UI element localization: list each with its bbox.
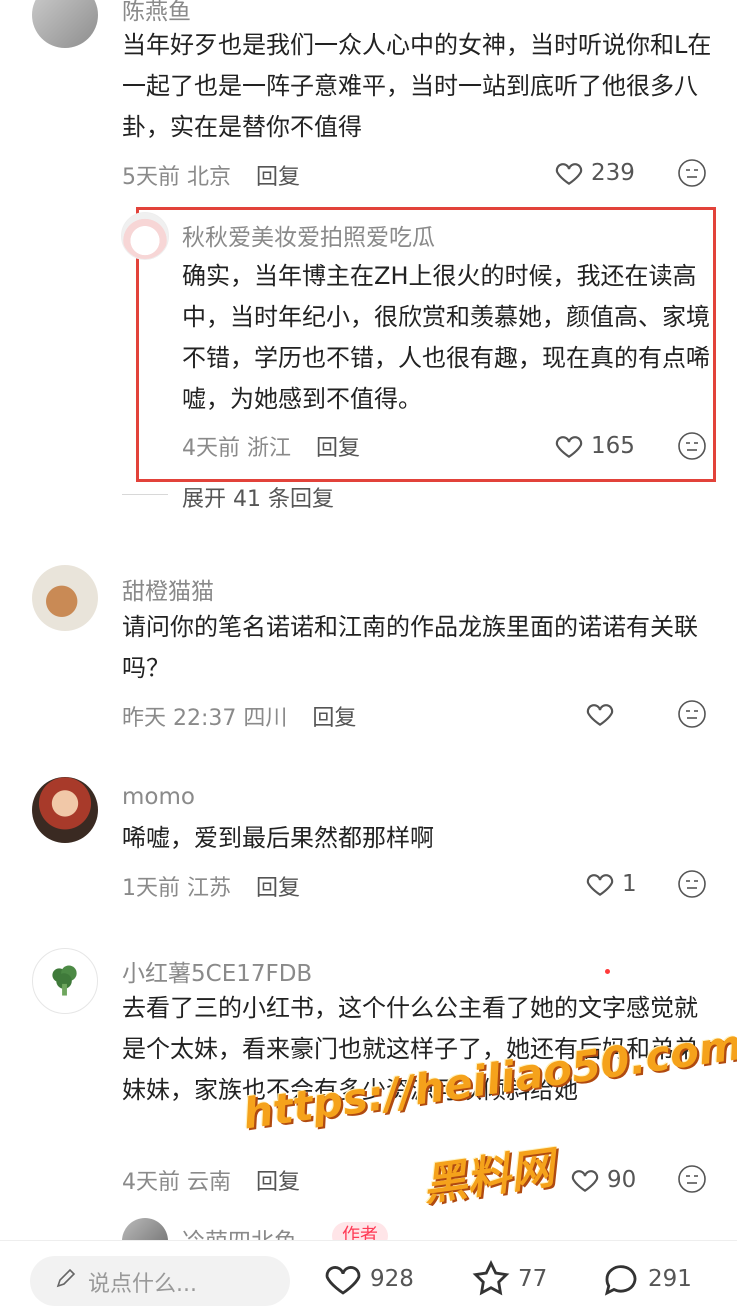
watermark-site: 黑料网	[419, 1142, 558, 1212]
divider	[122, 494, 168, 495]
comment-icon	[604, 1265, 637, 1296]
comment-time: 5天前	[122, 165, 180, 190]
comment-meta: 1天前 江苏 回复	[122, 870, 300, 902]
emoji-icon[interactable]	[677, 869, 707, 899]
reply-button[interactable]: 回复	[256, 165, 300, 190]
comment-input-placeholder: 说点什么...	[88, 1272, 197, 1297]
bottom-collect-count: 77	[518, 1266, 548, 1292]
reply-button[interactable]: 回复	[256, 876, 300, 901]
comment-location: 江苏	[187, 876, 232, 901]
comment-location: 四川	[243, 706, 288, 731]
comment-time: 4天前	[122, 1170, 180, 1195]
comment-text[interactable]: 确实，当年博主在ZH上很火的时候，我还在读高中，当时年纪小，很欣赏和羡慕她，颜值…	[182, 256, 710, 420]
comment-location: 浙江	[247, 436, 292, 461]
heart-icon	[586, 874, 614, 896]
comment-time: 4天前	[182, 436, 240, 461]
comment-author[interactable]: 陈燕鱼	[122, 0, 191, 26]
avatar[interactable]	[32, 565, 98, 631]
comment-author[interactable]: momo	[122, 784, 195, 810]
comment-time: 1天前	[122, 876, 180, 901]
comment-meta: 5天前 北京 回复	[122, 159, 300, 191]
bottom-like-button[interactable]: 928	[322, 1258, 414, 1300]
comment-time: 昨天 22:37	[122, 706, 237, 731]
like-button[interactable]: 1	[584, 868, 637, 900]
avatar[interactable]	[32, 777, 98, 843]
bottom-comment-count: 291	[648, 1266, 692, 1292]
comment-author[interactable]: 秋秋爱美妆爱拍照爱吃瓜	[182, 218, 435, 252]
heart-icon	[571, 1170, 599, 1192]
comment-location: 北京	[187, 165, 232, 190]
heart-icon	[555, 436, 583, 458]
pencil-icon	[56, 1268, 76, 1288]
comment-text[interactable]: 唏嘘，爱到最后果然都那样啊	[122, 818, 712, 859]
star-icon	[472, 1260, 510, 1296]
expand-replies-button[interactable]: 展开 41 条回复	[182, 481, 334, 513]
like-count: 1	[622, 871, 637, 897]
broccoli-icon	[52, 965, 77, 996]
bottom-comment-button[interactable]: 291	[600, 1258, 692, 1300]
like-count: 165	[591, 433, 635, 459]
comment-author[interactable]: 小红薯5CE17FDB	[122, 954, 312, 988]
red-dot	[605, 969, 610, 974]
comment-location: 云南	[187, 1170, 232, 1195]
like-count: 239	[591, 160, 635, 186]
heart-icon	[555, 163, 583, 185]
bottom-collect-button[interactable]: 77	[470, 1258, 547, 1300]
comment-meta: 4天前 云南 回复	[122, 1164, 300, 1196]
like-count: 90	[607, 1167, 637, 1193]
emoji-icon[interactable]	[677, 431, 707, 461]
comment-text[interactable]: 请问你的笔名诺诺和江南的作品龙族里面的诺诺有关联吗？	[122, 607, 712, 689]
comment-text[interactable]: 当年好歹也是我们一众人心中的女神，当时听说你和L在一起了也是一阵子意难平，当时一…	[122, 25, 712, 148]
emoji-icon[interactable]	[677, 1164, 707, 1194]
like-button[interactable]: 165	[553, 430, 635, 462]
like-button[interactable]	[584, 698, 622, 730]
avatar[interactable]	[32, 0, 98, 48]
reply-button[interactable]: 回复	[316, 436, 360, 461]
reply-button[interactable]: 回复	[312, 706, 356, 731]
emoji-icon[interactable]	[677, 699, 707, 729]
like-button[interactable]: 239	[553, 157, 635, 189]
comment-meta: 4天前 浙江 回复	[182, 430, 360, 462]
comment-input[interactable]: 说点什么...	[30, 1256, 290, 1306]
comment-author[interactable]: 甜橙猫猫	[122, 572, 214, 606]
comment-meta: 昨天 22:37 四川 回复	[122, 700, 356, 732]
like-button[interactable]: 90	[569, 1164, 636, 1196]
reply-button[interactable]: 回复	[256, 1170, 300, 1195]
bottom-like-count: 928	[370, 1266, 414, 1292]
heart-icon	[586, 704, 614, 726]
avatar[interactable]	[32, 948, 98, 1014]
emoji-icon[interactable]	[677, 158, 707, 188]
avatar[interactable]	[121, 212, 169, 260]
heart-icon	[325, 1266, 361, 1295]
